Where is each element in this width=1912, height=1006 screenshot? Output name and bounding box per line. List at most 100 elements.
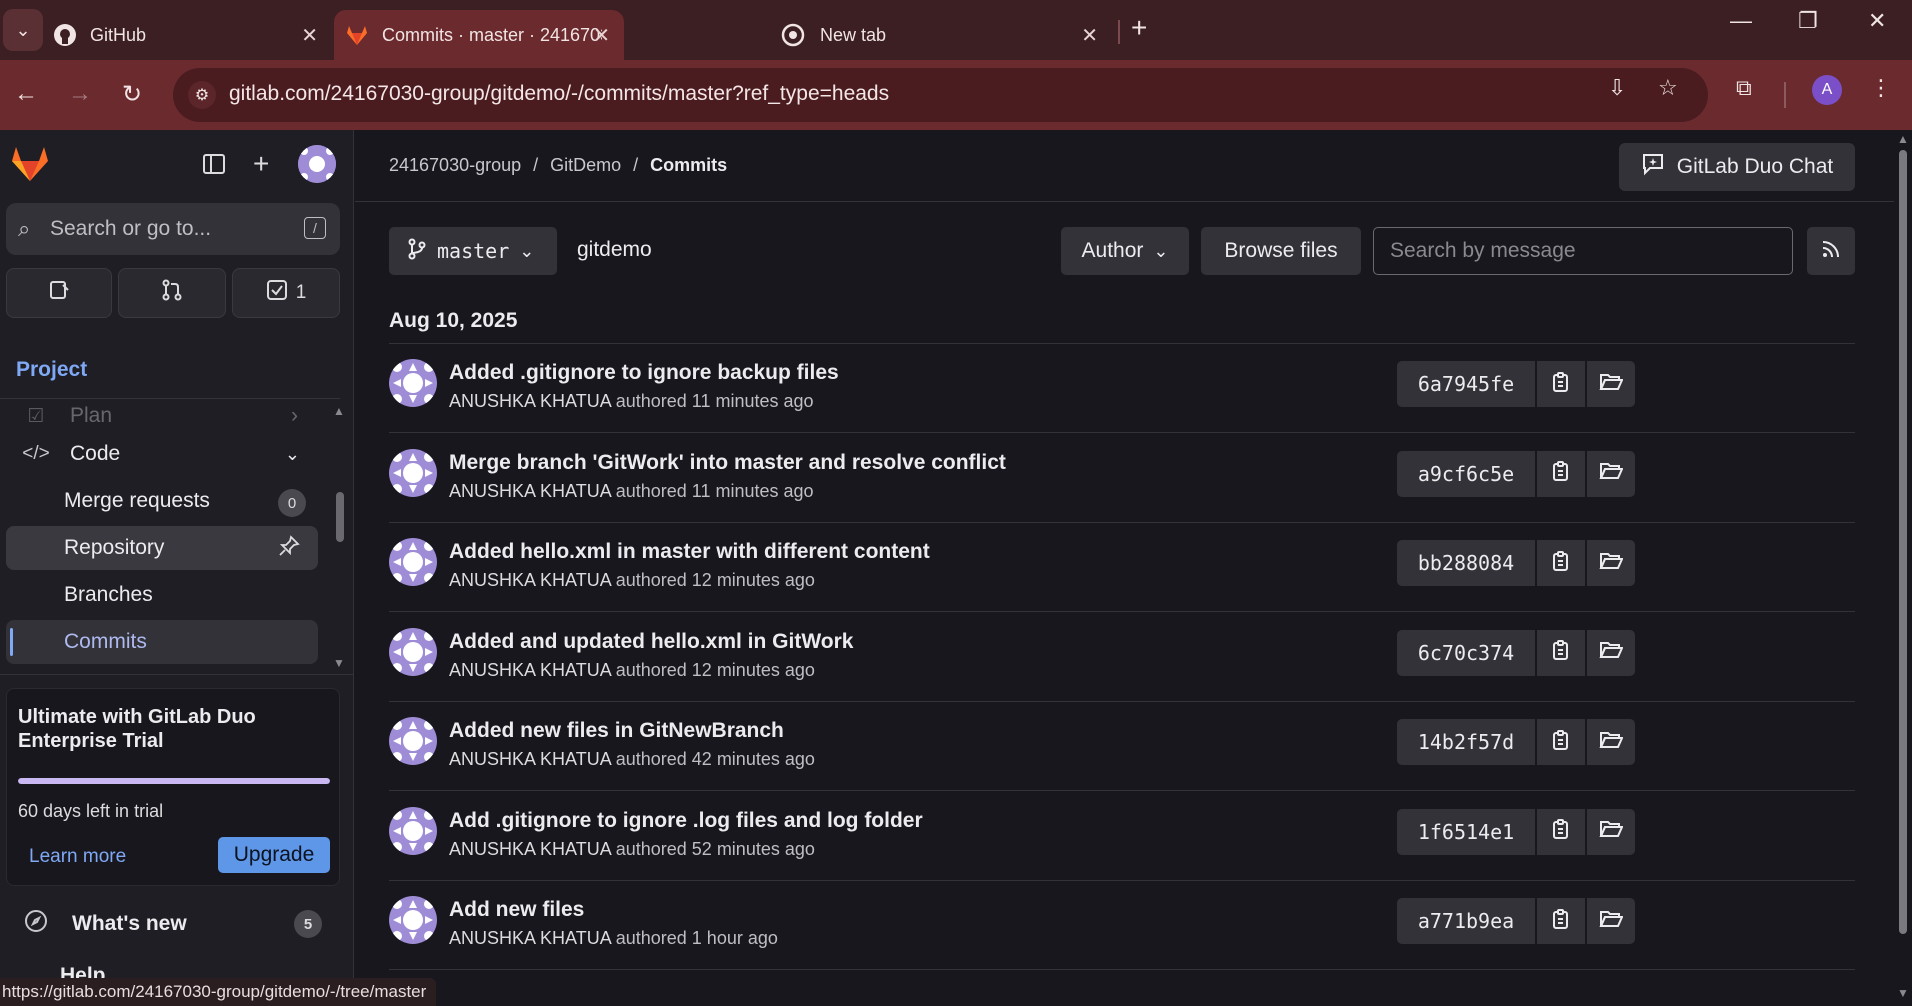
new-tab-button[interactable]: + — [1131, 12, 1147, 44]
commit-message-link[interactable]: Merge branch 'GitWork' into master and r… — [449, 451, 1006, 475]
browse-commit-files-button[interactable] — [1587, 361, 1635, 407]
commit-sha-button[interactable]: 6a7945fe — [1397, 361, 1535, 407]
sidebar-section-project[interactable]: Project — [16, 358, 87, 382]
breadcrumb-group[interactable]: 24167030-group — [389, 155, 521, 176]
sidebar-item-commits[interactable]: Commits — [6, 620, 318, 664]
learn-more-link[interactable]: Learn more — [29, 846, 126, 868]
issues-quick-button[interactable] — [6, 268, 112, 318]
tab-github[interactable]: GitHub ✕ — [52, 10, 332, 60]
address-bar[interactable]: ⚙ gitlab.com/24167030-group/gitdemo/-/co… — [173, 68, 1708, 122]
user-avatar[interactable] — [298, 145, 336, 183]
page-scrollbar-thumb[interactable] — [1899, 150, 1907, 934]
tab-search-button[interactable]: ⌄ — [3, 9, 43, 51]
commit-message-link[interactable]: Added and updated hello.xml in GitWork — [449, 630, 853, 654]
copy-sha-button[interactable] — [1537, 450, 1585, 497]
sidebar-item-merge-requests[interactable]: Merge requests 0 — [6, 479, 318, 523]
scroll-up-arrow[interactable]: ▲ — [333, 404, 345, 418]
browse-commit-files-button[interactable] — [1587, 719, 1635, 765]
rss-feed-button[interactable] — [1807, 227, 1855, 275]
commit-author-name[interactable]: ANUSHKA KHATUA — [449, 481, 611, 501]
commit-sha-button[interactable]: a771b9ea — [1397, 898, 1535, 944]
commit-author-avatar[interactable] — [389, 806, 437, 855]
copy-sha-button[interactable] — [1537, 629, 1585, 676]
sidebar-item-code[interactable]: </> Code ⌄ — [6, 432, 318, 476]
scroll-down-arrow[interactable]: ▼ — [1897, 986, 1909, 1000]
back-button[interactable]: ← — [14, 80, 38, 108]
page-scrollbar[interactable]: ▲ ▼ — [1894, 130, 1912, 1006]
scroll-down-arrow[interactable]: ▼ — [333, 656, 345, 670]
tab-commits[interactable]: Commits · master · 24167030-g ✕ — [334, 10, 624, 60]
copy-sha-button[interactable] — [1537, 898, 1585, 944]
commit-sha-button[interactable]: 1f6514e1 — [1397, 808, 1535, 855]
browse-commit-files-button[interactable] — [1587, 898, 1635, 944]
whats-new-item[interactable]: What's new 5 — [6, 902, 332, 946]
commit-message-link[interactable]: Add new files — [449, 898, 584, 922]
commit-message-link[interactable]: Added new files in GitNewBranch — [449, 719, 784, 743]
commit-author-name[interactable]: ANUSHKA KHATUA — [449, 660, 611, 680]
close-icon[interactable]: ✕ — [593, 23, 610, 48]
pin-icon[interactable] — [278, 535, 300, 563]
minimize-button[interactable]: — — [1730, 8, 1752, 34]
commit-author-avatar[interactable] — [389, 717, 437, 765]
tab-new-tab[interactable]: New tab ✕ — [626, 10, 1112, 60]
forward-button[interactable]: → — [68, 80, 92, 108]
sidebar-scrollbar-thumb[interactable] — [336, 492, 344, 542]
window-close-button[interactable]: ✕ — [1868, 8, 1886, 34]
commit-author-avatar[interactable] — [389, 538, 437, 586]
browse-commit-files-button[interactable] — [1587, 808, 1635, 855]
breadcrumb-project[interactable]: GitDemo — [550, 155, 621, 176]
create-new-plus-icon[interactable]: + — [253, 148, 269, 180]
copy-sha-button[interactable] — [1537, 719, 1585, 765]
gitlab-logo-icon[interactable] — [10, 145, 50, 183]
sidebar-item-repository[interactable]: Repository — [6, 526, 318, 570]
sidebar-item-branches[interactable]: Branches — [6, 573, 318, 617]
close-icon[interactable]: ✕ — [1081, 23, 1098, 48]
search-by-message-input[interactable] — [1373, 227, 1793, 275]
todo-quick-button[interactable]: 1 — [232, 268, 340, 318]
browse-commit-files-button[interactable] — [1587, 629, 1635, 676]
commit-author-name[interactable]: ANUSHKA KHATUA — [449, 391, 611, 411]
branch-selector[interactable]: master ⌄ — [389, 227, 557, 275]
browse-files-button[interactable]: Browse files — [1201, 227, 1361, 275]
sidebar-toggle-icon[interactable] — [202, 152, 226, 183]
commit-author-avatar[interactable] — [389, 359, 437, 407]
commit-author-avatar[interactable] — [389, 448, 437, 497]
sidebar-search[interactable]: ⌕ Search or go to... / — [6, 203, 340, 255]
commit-sha-button[interactable]: bb288084 — [1397, 540, 1535, 586]
upgrade-button[interactable]: Upgrade — [218, 837, 330, 873]
sidebar-item-plan[interactable]: ☑ Plan › — [6, 400, 318, 432]
project-path[interactable]: gitdemo — [577, 238, 652, 262]
restore-button[interactable]: ❐ — [1798, 8, 1818, 34]
extensions-icon[interactable]: ⧉ — [1736, 75, 1752, 101]
commit-sha-button[interactable]: 14b2f57d — [1397, 719, 1535, 765]
site-info-icon[interactable]: ⚙ — [188, 81, 216, 109]
copy-sha-button[interactable] — [1537, 808, 1585, 855]
browse-commit-files-button[interactable] — [1587, 540, 1635, 586]
commit-message-link[interactable]: Added .gitignore to ignore backup files — [449, 361, 839, 385]
commit-author-avatar[interactable] — [389, 896, 437, 944]
merge-requests-quick-button[interactable] — [118, 268, 226, 318]
commit-sha-button[interactable]: a9cf6c5e — [1397, 450, 1535, 497]
commit-author-name[interactable]: ANUSHKA KHATUA — [449, 749, 611, 769]
menu-kebab-icon[interactable]: ⋮ — [1870, 75, 1892, 101]
commit-sha-button[interactable]: 6c70c374 — [1397, 629, 1535, 676]
commit-author-name[interactable]: ANUSHKA KHATUA — [449, 570, 611, 590]
scroll-up-arrow[interactable]: ▲ — [1897, 132, 1909, 146]
commit-message-link[interactable]: Add .gitignore to ignore .log files and … — [449, 809, 923, 833]
copy-sha-button[interactable] — [1537, 540, 1585, 586]
breadcrumb-current[interactable]: Commits — [650, 155, 727, 176]
commit-author-name[interactable]: ANUSHKA KHATUA — [449, 928, 611, 948]
close-icon[interactable]: ✕ — [301, 23, 318, 48]
gitlab-duo-chat-button[interactable]: GitLab Duo Chat — [1619, 143, 1855, 191]
profile-avatar[interactable]: A — [1812, 75, 1842, 105]
copy-sha-button[interactable] — [1537, 361, 1585, 407]
commit-author-avatar[interactable] — [389, 627, 437, 676]
reload-button[interactable]: ↻ — [122, 80, 142, 109]
commit-message-link[interactable]: Added hello.xml in master with different… — [449, 540, 930, 564]
author-filter-dropdown[interactable]: Author ⌄ — [1061, 227, 1189, 275]
commit-author-name[interactable]: ANUSHKA KHATUA — [449, 839, 611, 859]
browse-commit-files-button[interactable] — [1587, 450, 1635, 497]
install-app-icon[interactable]: ⇩ — [1608, 75, 1626, 101]
bookmark-star-icon[interactable]: ☆ — [1658, 75, 1678, 101]
address-url[interactable]: gitlab.com/24167030-group/gitdemo/-/comm… — [229, 82, 889, 106]
